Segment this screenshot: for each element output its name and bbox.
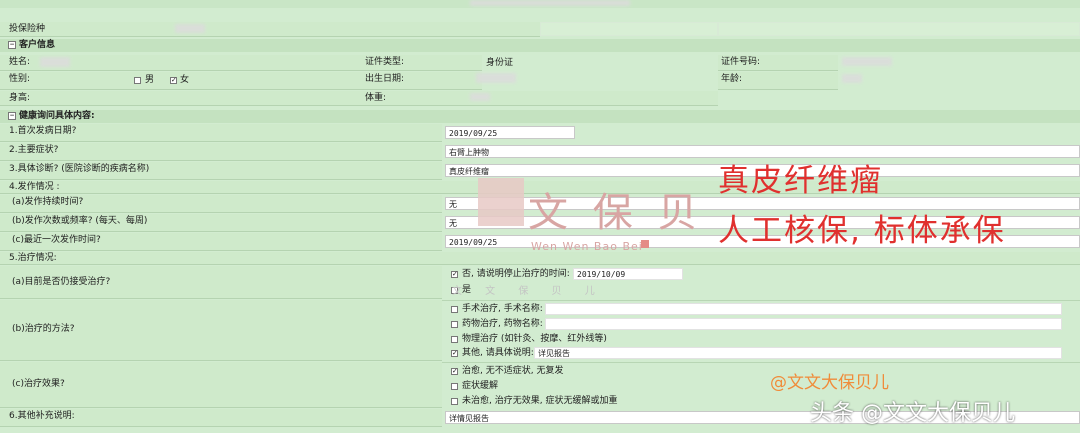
watermark-logo-icon [478,178,524,226]
insurance-type-field-2[interactable] [718,22,1080,36]
id-type-label: 证件类型: [362,55,482,71]
blurred-weight [470,93,490,101]
q2-label: 2.主要症状? [0,143,442,161]
watermark-en: Wen Wen Bao Bei [531,240,643,253]
blurred-birth-date [476,73,516,83]
author-handle: @文文大保贝儿 [770,373,889,393]
q5b-other-input[interactable]: 详见报告 [534,347,1062,359]
q5b-drug-checkbox[interactable] [451,321,458,328]
q5-label: 5.治疗情况: [0,252,1080,265]
height-label: 身高: [0,91,362,106]
source-footer: 头条 @文文大保贝儿 [810,401,1015,426]
q5b-label: (b)治疗的方法? [0,300,442,361]
q5b-drug-label: 药物治疗, 药物名称: [462,319,543,329]
section-health-header[interactable]: − 健康询问具体内容: [0,110,1080,123]
blurred-title [470,0,630,6]
q5a-label: (a)目前是否仍接受治疗? [0,266,442,299]
q5b-physio-label: 物理治疗 (如针灸、按摩、红外线等) [462,334,607,344]
collapse-icon[interactable]: − [8,111,16,120]
q5a-no-checkbox[interactable]: ✓ [451,271,458,278]
q5b-surgery-label: 手术治疗, 手术名称: [462,304,543,314]
q4b-label: (b)发作次数或频率? (每天、每周) [0,214,442,232]
watermark-cn: 文 保 贝 [528,190,704,236]
q5c-relieved-label: 症状缓解 [462,381,499,391]
q5c-relieved-checkbox[interactable] [451,383,458,390]
q5b-other-checkbox[interactable]: ✓ [451,350,458,357]
collapse-icon[interactable]: − [8,40,16,49]
gender-female-checkbox[interactable]: ✓ [170,77,177,84]
watermark-scatter: 文 文 保 贝 儿 [452,286,605,297]
age-label: 年龄: [718,72,838,90]
q4a-label: (a)发作持续时间? [0,195,442,213]
q5b-drug-name-input[interactable] [545,318,1062,330]
insurance-type-field[interactable] [540,22,718,36]
q3-label: 3.具体诊断? (医院诊断的疾病名称) [0,162,442,180]
blurred-age [842,74,862,83]
watermark-en-square [641,240,649,248]
q5b-other-label: 其他, 请具体说明: [462,348,534,358]
weight-label: 体重: [362,91,718,106]
q5b-surgery-checkbox[interactable] [451,306,458,313]
q5a-no-label: 否, 请说明停止治疗的时间: [462,269,570,279]
underwriting-result-annotation: 人工核保, 标体承保 [718,213,1006,249]
gender-male-label: 男 [145,75,155,85]
q5a-stop-date-input[interactable]: 2019/10/09 [573,268,683,280]
id-number-label: 证件号码: [718,55,838,71]
q5c-uncured-checkbox[interactable] [451,398,458,405]
q1-input[interactable]: 2019/09/25 [445,126,575,139]
gender-female-label: 女 [180,75,190,85]
q5b-physio-checkbox[interactable] [451,336,458,343]
q5c-uncured-label: 未治愈, 治疗无效果, 症状无缓解或加重 [462,396,618,406]
q4c-label: (c)最近一次发作时间? [0,233,442,251]
blurred-name [40,57,70,67]
blurred-insurance-name [175,24,205,33]
insurance-type-label: 投保险种 [0,22,540,37]
id-type-value: 身份证 [486,58,514,68]
diagnosis-annotation: 真皮纤维瘤 [718,163,883,199]
blurred-id-number [842,57,892,66]
q5c-cured-checkbox[interactable]: ✓ [451,368,458,375]
q5b-surgery-name-input[interactable] [545,303,1062,315]
section-customer-header[interactable]: − 客户信息 [0,39,1080,52]
q1-label: 1.首次发病日期? [0,124,442,142]
birth-date-label: 出生日期: [362,72,482,90]
q6-label: 6.其他补充说明: [0,409,442,427]
q5c-cured-label: 治愈, 无不适症状, 无复发 [462,366,564,376]
gender-male-checkbox[interactable] [134,77,141,84]
q5c-label: (c)治疗效果? [0,362,442,408]
